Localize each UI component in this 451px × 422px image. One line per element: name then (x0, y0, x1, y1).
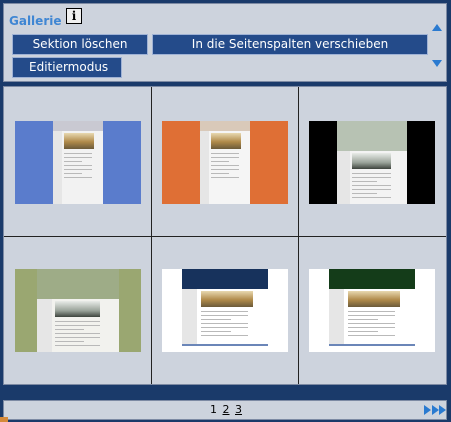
preview-text-line (64, 161, 82, 162)
preview-text-line (352, 193, 377, 194)
preview-text-line (352, 173, 391, 174)
info-icon[interactable]: i (66, 8, 82, 24)
theme-thumbnail-black[interactable] (309, 121, 435, 204)
theme-thumbnail-olive[interactable] (15, 269, 141, 352)
preview-text-line (201, 315, 248, 316)
preview-text-line (211, 165, 239, 166)
preview-page (200, 121, 250, 204)
preview-text-line (211, 177, 239, 178)
preview-text-line (348, 323, 395, 324)
preview-text-line (64, 173, 82, 174)
preview-header (200, 121, 250, 131)
preview-text-line (352, 185, 391, 186)
preview-text-line (64, 169, 92, 170)
pagination-bar: 1 2 3 (3, 400, 447, 420)
preview-text-line (348, 311, 395, 312)
gallery-cell-3[interactable] (299, 87, 446, 236)
move-up-icon[interactable] (432, 24, 442, 31)
preview-text-line (55, 325, 100, 326)
preview-text-line (348, 319, 378, 320)
theme-thumbnail-navy[interactable] (162, 269, 288, 352)
preview-page (329, 269, 415, 346)
preview-text-line (352, 181, 377, 182)
preview-sidebar (200, 131, 209, 204)
move-to-sidebar-button[interactable]: In die Seitenspalten verschieben (152, 34, 428, 55)
preview-photo (211, 133, 241, 149)
preview-sidebar (37, 299, 52, 352)
theme-thumbnail-blue[interactable] (15, 121, 141, 204)
preview-text-line (352, 177, 391, 178)
preview-page (37, 269, 119, 352)
delete-section-button[interactable]: Sektion löschen (12, 34, 148, 55)
page-link-3[interactable]: 3 (235, 403, 242, 416)
preview-page (182, 269, 268, 346)
corner-accent (0, 417, 8, 422)
preview-text-line (64, 165, 92, 166)
preview-text-line (211, 157, 239, 158)
preview-text-line (55, 337, 100, 338)
preview-sidebar (53, 131, 62, 204)
preview-text-line (348, 331, 378, 332)
preview-photo (201, 291, 253, 307)
preview-header (37, 269, 119, 299)
preview-text-line (352, 189, 391, 190)
preview-photo (348, 291, 400, 307)
preview-text-line (55, 341, 84, 342)
preview-text-line (201, 311, 248, 312)
preview-text-line (201, 331, 231, 332)
preview-text-line (64, 153, 92, 154)
preview-sidebar (337, 151, 350, 204)
gallery-cell-6[interactable] (299, 237, 446, 384)
preview-header (337, 121, 407, 151)
gallery-cell-1[interactable] (4, 87, 151, 236)
next-page-icon[interactable] (424, 405, 446, 415)
preview-text-line (348, 335, 395, 336)
preview-text-line (352, 197, 391, 198)
preview-photo (64, 133, 94, 149)
page-current: 1 (210, 403, 217, 416)
preview-header (182, 269, 268, 289)
preview-header (329, 269, 415, 289)
preview-text-line (64, 157, 92, 158)
preview-text-line (211, 153, 239, 154)
preview-photo (352, 153, 391, 169)
page-links: 1 2 3 (210, 403, 244, 416)
preview-text-line (64, 177, 92, 178)
preview-header (53, 121, 103, 131)
theme-thumbnail-green[interactable] (309, 269, 435, 352)
preview-text-line (55, 345, 100, 346)
page-link-2[interactable]: 2 (223, 403, 230, 416)
preview-text-line (211, 169, 239, 170)
gallery-cell-4[interactable] (4, 237, 151, 384)
move-down-icon[interactable] (432, 60, 442, 67)
preview-text-line (201, 319, 231, 320)
preview-text-line (348, 315, 395, 316)
preview-text-line (201, 335, 248, 336)
theme-thumbnail-orange[interactable] (162, 121, 288, 204)
edit-mode-button[interactable]: Editiermodus (12, 57, 122, 78)
preview-text-line (201, 327, 248, 328)
gallery-cell-5[interactable] (152, 237, 298, 384)
gallery-section-header: Gallerie i Sektion löschen In die Seiten… (3, 3, 447, 82)
preview-text-line (211, 161, 229, 162)
section-title: Gallerie (9, 14, 62, 28)
preview-sidebar (182, 289, 197, 344)
preview-text-line (201, 323, 248, 324)
preview-text-line (55, 329, 84, 330)
preview-page (337, 121, 407, 204)
preview-page (53, 121, 103, 204)
preview-sidebar (329, 289, 344, 344)
gallery-cell-2[interactable] (152, 87, 298, 236)
preview-text-line (211, 173, 229, 174)
preview-text-line (55, 321, 100, 322)
gallery-grid (3, 86, 447, 385)
preview-text-line (55, 333, 100, 334)
preview-text-line (348, 327, 395, 328)
preview-photo (55, 301, 100, 317)
